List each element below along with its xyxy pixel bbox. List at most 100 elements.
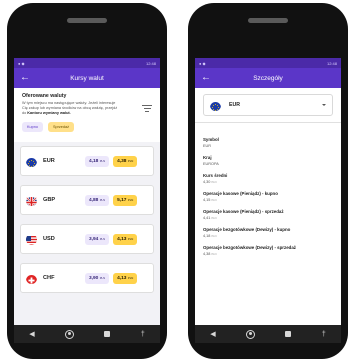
sell-rate: 4,13 PLN xyxy=(113,233,138,245)
currency-code: USD xyxy=(43,236,55,242)
currency-details-screen: ● ◆ 12:48 ← Szczegóły EUR Symbol EUR Kra… xyxy=(195,58,341,343)
nav-home-icon[interactable] xyxy=(246,329,256,339)
status-bar: ● ◆ 12:48 xyxy=(14,58,160,68)
speaker-grille xyxy=(248,18,288,23)
detail-value-text: 4,15 xyxy=(203,198,211,202)
detail-value-text: 4,30 xyxy=(203,180,211,184)
currency-select[interactable]: EUR xyxy=(203,94,333,116)
buy-rate: 3,94 PLN xyxy=(85,233,110,245)
detail-symbol: Symbol EUR xyxy=(203,137,333,148)
sell-rate: 5,17 PLN xyxy=(113,194,138,206)
nav-accessibility-icon[interactable]: † xyxy=(141,331,145,338)
detail-value: 4,41 PLN xyxy=(203,216,333,220)
status-time: 12:48 xyxy=(145,60,156,66)
buy-unit: PLN xyxy=(99,197,106,202)
speaker-grille xyxy=(67,18,107,23)
detail-label: Operacje bezgotówkowe (Dewizy) - kupno xyxy=(203,227,291,232)
swiss-flag-icon xyxy=(26,273,37,284)
detail-value-text: EUROPA xyxy=(203,162,219,166)
buy-value: 4,88 xyxy=(89,197,99,203)
detail-cash-buy: Operacje kasowe (Pieniądz) - kupno 4,15 … xyxy=(203,191,333,202)
currency-row-usd[interactable]: USD 3,94 PLN 4,13 PLN xyxy=(20,224,154,254)
detail-country: Kraj EUROPA xyxy=(203,155,333,166)
detail-value: 4,38 PLN xyxy=(203,252,333,256)
detail-label: Operacje kasowe (Pieniądz) - kupno xyxy=(203,191,278,196)
filter-icon[interactable] xyxy=(142,103,152,114)
detail-value: 4,30 PLN xyxy=(203,180,333,184)
currency-list-screen: ● ◆ 12:48 ← Kursy walut Oferowane waluty… xyxy=(14,58,160,343)
eu-flag-icon xyxy=(210,100,221,111)
android-nav-bar: ◀ † xyxy=(195,325,341,343)
detail-unit: PLN xyxy=(211,235,217,238)
offer-section: Oferowane waluty W tym miejscu ma następ… xyxy=(14,88,160,132)
detail-average-rate: Kurs średni 4,30 PLN xyxy=(203,173,333,184)
sell-unit: PLN xyxy=(127,158,134,163)
detail-label: Operacje kasowe (Pieniądz) - sprzedaż xyxy=(203,209,284,214)
buy-rate: 3,90 PLN xyxy=(85,272,110,284)
detail-value-text: 4,38 xyxy=(203,252,211,256)
nav-home-icon[interactable] xyxy=(65,329,75,339)
back-arrow-icon[interactable]: ← xyxy=(201,73,213,83)
buy-button[interactable]: Kupno xyxy=(22,122,43,132)
selected-currency: EUR xyxy=(229,102,240,108)
status-time: 12:48 xyxy=(326,60,337,66)
buy-rate: 4,18 PLN xyxy=(85,155,110,167)
currency-code: GBP xyxy=(43,197,56,203)
currency-code: CHF xyxy=(43,275,55,281)
back-arrow-icon[interactable]: ← xyxy=(20,73,32,83)
buy-value: 4,18 xyxy=(89,158,99,164)
sell-value: 4,13 xyxy=(117,275,127,281)
page-title: Kursy walut xyxy=(70,74,104,82)
nav-back-icon[interactable]: ◀ xyxy=(29,330,34,338)
detail-label: Symbol xyxy=(203,137,219,142)
page-title: Szczegóły xyxy=(253,74,283,82)
currency-row-gbp[interactable]: GBP 4,88 PLN 5,17 PLN xyxy=(20,185,154,215)
detail-value-text: EUR xyxy=(203,144,212,148)
detail-unit: PLN xyxy=(211,181,217,184)
sell-unit: PLN xyxy=(127,275,134,280)
buy-unit: PLN xyxy=(99,275,106,280)
detail-value: EUROPA xyxy=(203,162,333,166)
buy-unit: PLN xyxy=(99,236,106,241)
phone-left: ● ◆ 12:48 ← Kursy walut Oferowane waluty… xyxy=(7,3,167,359)
nav-accessibility-icon[interactable]: † xyxy=(322,331,326,338)
offer-description: W tym miejscu ma następujące waluty. Jeż… xyxy=(22,101,122,116)
buy-rate: 4,88 PLN xyxy=(85,194,110,206)
app-bar: ← Kursy walut xyxy=(14,68,160,88)
uk-flag-icon xyxy=(26,195,37,206)
detail-cash-sell: Operacje kasowe (Pieniądz) - sprzedaż 4,… xyxy=(203,209,333,220)
rate-type-toggle: Kupno Sprzedaż xyxy=(22,122,154,132)
currency-list: EUR 4,18 PLN 4,38 PLN GBP 4,88 PLN 5,17 … xyxy=(14,142,160,325)
nav-recent-icon[interactable] xyxy=(104,331,111,337)
status-icons: ● ◆ xyxy=(199,60,206,66)
sell-value: 4,13 xyxy=(117,236,127,242)
app-bar: ← Szczegóły xyxy=(195,68,341,88)
detail-value-text: 4,41 xyxy=(203,216,211,220)
sell-value: 4,38 xyxy=(117,158,127,164)
buy-value: 3,90 xyxy=(89,275,99,281)
buy-unit: PLN xyxy=(99,158,106,163)
currency-details: Symbol EUR Kraj EUROPA Kurs średni 4,30 … xyxy=(195,123,341,256)
sell-unit: PLN xyxy=(127,236,134,241)
sell-unit: PLN xyxy=(127,197,134,202)
currency-row-eur[interactable]: EUR 4,18 PLN 4,38 PLN xyxy=(20,146,154,176)
sell-rate: 4,38 PLN xyxy=(113,155,138,167)
exchange-office-link[interactable]: Kantoru wymiany walut. xyxy=(27,111,70,115)
currency-code: EUR xyxy=(43,158,55,164)
detail-unit: PLN xyxy=(211,253,217,256)
detail-label: Kraj xyxy=(203,155,212,160)
currency-row-chf[interactable]: CHF 3,90 PLN 4,13 PLN xyxy=(20,263,154,293)
buy-value: 3,94 xyxy=(89,236,99,242)
chevron-down-icon xyxy=(322,104,326,106)
detail-transfer-sell: Operacje bezgotówkowe (Dewizy) - sprzeda… xyxy=(203,245,333,256)
nav-back-icon[interactable]: ◀ xyxy=(210,330,215,338)
sell-button[interactable]: Sprzedaż xyxy=(47,122,75,132)
android-nav-bar: ◀ † xyxy=(14,325,160,343)
sell-rate: 4,13 PLN xyxy=(113,272,138,284)
nav-recent-icon[interactable] xyxy=(285,331,292,337)
status-bar: ● ◆ 12:48 xyxy=(195,58,341,68)
eu-flag-icon xyxy=(26,156,37,167)
us-flag-icon xyxy=(26,234,37,245)
detail-unit: PLN xyxy=(211,199,217,202)
detail-value: 4,18 PLN xyxy=(203,234,333,238)
